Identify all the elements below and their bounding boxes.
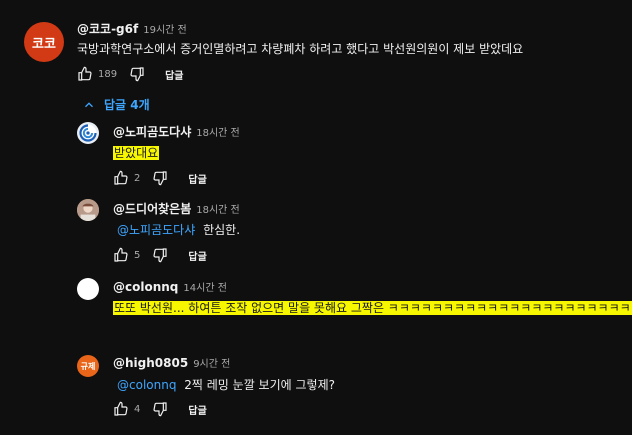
like-count: 5 [134, 249, 141, 261]
author-name[interactable]: @colonnq [113, 280, 178, 294]
reply-button[interactable]: 답글 [188, 248, 206, 263]
mention-link[interactable]: @colonnq [117, 378, 176, 392]
reply-text: @colonnq 2찍 레밍 눈깔 보기에 그렇제? [117, 376, 335, 393]
reply-button[interactable]: 답글 [165, 67, 183, 82]
reply-text-content: 한심한. [203, 223, 241, 237]
comment-actions: 189 답글 [77, 64, 184, 84]
thumb-down-icon[interactable] [129, 66, 145, 82]
avatar[interactable] [77, 278, 99, 300]
author-name[interactable]: @드디어찾은봄 [113, 202, 191, 216]
reply-time[interactable]: 14시간 전 [183, 283, 227, 294]
thumb-up-icon[interactable] [113, 170, 129, 186]
chevron-up-icon [85, 101, 93, 107]
reply-actions: 4 답글 [113, 399, 207, 419]
reply-text: 또또 박선원... 하여튼 조작 없으면 말을 못해요 그짝은 ㅋㅋㅋㅋㅋㅋㅋㅋ… [113, 299, 632, 316]
reply-text-content: 또또 박선원... 하여튼 조작 없으면 말을 못해요 그짝은 ㅋㅋㅋㅋㅋㅋㅋㅋ… [113, 301, 632, 315]
reply-actions: 5 답글 [113, 245, 207, 265]
reply-time[interactable]: 18시간 전 [196, 128, 240, 139]
replies-toggle[interactable]: 답글 4개 [82, 96, 150, 113]
reply-author[interactable]: @드디어찾은봄 18시간 전 [113, 200, 240, 217]
reply-author[interactable]: @high0805 9시간 전 [113, 355, 230, 370]
reply-text: 받았대요 [113, 144, 160, 161]
thumb-up-icon[interactable] [113, 401, 129, 417]
avatar[interactable] [77, 122, 99, 144]
reply-time[interactable]: 18시간 전 [196, 205, 240, 216]
mention-link[interactable]: @노피곰도다샤 [117, 223, 195, 237]
reply-time[interactable]: 9시간 전 [193, 359, 230, 370]
like-count: 4 [134, 403, 141, 415]
avatar[interactable] [77, 199, 99, 221]
thumb-down-icon[interactable] [152, 401, 168, 417]
thumb-up-icon[interactable] [77, 66, 93, 82]
like-count: 189 [98, 68, 118, 80]
reply-text: @노피곰도다샤 한심한. [117, 221, 240, 238]
avatar[interactable]: 규제 [77, 355, 99, 377]
thumb-down-icon[interactable] [152, 247, 168, 263]
reply-text-content: 2찍 레밍 눈깔 보기에 그렇제? [184, 378, 335, 392]
reply-author[interactable]: @노피곰도다샤 18시간 전 [113, 123, 240, 140]
like-count: 2 [134, 172, 141, 184]
replies-count-label: 답글 4개 [104, 98, 150, 112]
thumb-down-icon[interactable] [152, 170, 168, 186]
comment-author[interactable]: @코코-g6f 19시간 전 [77, 20, 187, 37]
reply-text-content: 받았대요 [113, 146, 160, 160]
author-name[interactable]: @코코-g6f [77, 22, 138, 36]
person-avatar-icon [77, 199, 99, 221]
reply-button[interactable]: 답글 [188, 171, 206, 186]
reply-button[interactable]: 답글 [188, 402, 206, 417]
avatar-initials: 코코 [32, 36, 56, 52]
swirl-avatar-icon [79, 124, 97, 142]
author-name[interactable]: @high0805 [113, 356, 188, 370]
comment-text: 국방과학연구소에서 증거인멸하려고 차량폐차 하려고 했다고 박선원의원이 제보… [77, 42, 524, 56]
reply-actions: 2 답글 [113, 168, 207, 188]
author-name[interactable]: @노피곰도다샤 [113, 125, 191, 139]
avatar-initials: 규제 [80, 361, 96, 371]
thumb-up-icon[interactable] [113, 247, 129, 263]
reply-author[interactable]: @colonnq 14시간 전 [113, 279, 227, 294]
comment-time[interactable]: 19시간 전 [143, 25, 187, 36]
avatar[interactable]: 코코 [24, 22, 64, 62]
